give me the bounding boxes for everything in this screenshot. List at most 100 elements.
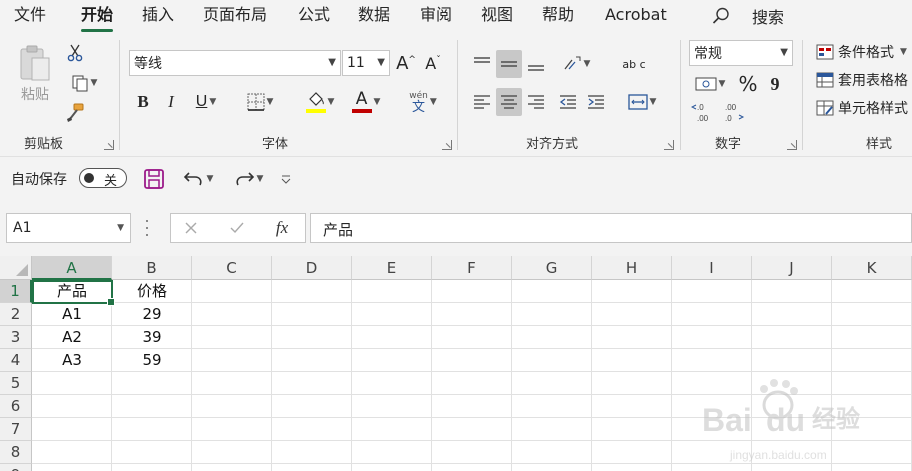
row-header-9[interactable]: 9	[0, 464, 32, 471]
number-launcher-icon[interactable]	[787, 140, 797, 150]
column-header-b[interactable]: B	[112, 256, 192, 280]
increase-decimal-button[interactable]: .0.00	[689, 100, 717, 124]
cell-b2[interactable]: 29	[112, 303, 192, 326]
font-color-button[interactable]: A ▼	[346, 88, 386, 116]
select-all-button[interactable]	[0, 256, 32, 280]
percent-button[interactable]: %	[737, 72, 759, 96]
formula-input[interactable]: 产品	[310, 213, 912, 243]
cut-button[interactable]	[64, 42, 86, 64]
underline-button[interactable]: U ▼	[188, 90, 224, 114]
decrease-decimal-button[interactable]: .00.0	[719, 100, 747, 124]
comma-style-button[interactable]: 9	[765, 72, 785, 96]
phonetic-char: 文	[412, 100, 426, 115]
row-header-2[interactable]: 2	[0, 303, 32, 326]
align-middle-button[interactable]	[496, 50, 522, 78]
conditional-format-button[interactable]: 条件格式 ▼	[816, 42, 907, 62]
borders-button[interactable]: ▼	[240, 90, 280, 114]
cell-b1[interactable]: 价格	[112, 280, 192, 303]
decrease-indent-button[interactable]	[556, 88, 580, 116]
increase-font-button[interactable]: A^	[394, 50, 418, 76]
column-header-d[interactable]: D	[272, 256, 352, 280]
phonetic-icon: wén 文	[409, 91, 428, 115]
cell-styles-icon	[816, 100, 834, 116]
column-header-h[interactable]: H	[592, 256, 672, 280]
font-color-swatch	[351, 109, 372, 113]
autosave-toggle[interactable]: 关	[79, 168, 127, 189]
tab-insert[interactable]: 插入	[142, 4, 174, 28]
name-box[interactable]: A1 ▼	[6, 213, 131, 243]
column-header-g[interactable]: G	[512, 256, 592, 280]
align-top-button[interactable]	[470, 50, 494, 78]
row-header-7[interactable]: 7	[0, 418, 32, 441]
splitter-dots-icon[interactable]	[146, 220, 150, 236]
font-color-icon: A	[351, 91, 372, 113]
tab-formulas[interactable]: 公式	[298, 4, 330, 28]
row-header-4[interactable]: 4	[0, 349, 32, 372]
svg-text:.00: .00	[697, 114, 709, 123]
clipboard-launcher-icon[interactable]	[104, 140, 114, 150]
format-painter-button[interactable]	[64, 102, 86, 124]
cell-a4[interactable]: A3	[32, 349, 112, 372]
cancel-entry-button[interactable]	[179, 217, 203, 239]
align-right-button[interactable]	[524, 88, 548, 116]
insert-function-button[interactable]: fx	[269, 217, 295, 239]
conditional-format-icon	[816, 44, 834, 60]
number-format-select[interactable]: 常规 ▼	[689, 40, 793, 66]
tab-view[interactable]: 视图	[481, 4, 513, 28]
alignment-launcher-icon[interactable]	[664, 140, 674, 150]
row-header-5[interactable]: 5	[0, 372, 32, 395]
redo-button[interactable]: ▼	[228, 167, 268, 191]
bold-button[interactable]: B	[132, 90, 154, 114]
tab-data[interactable]: 数据	[358, 4, 390, 28]
font-size-select[interactable]: 11 ▼	[342, 50, 390, 76]
column-header-c[interactable]: C	[192, 256, 272, 280]
wrap-text-button[interactable]: ab c	[620, 50, 648, 78]
tab-acrobat[interactable]: Acrobat	[605, 4, 667, 28]
fill-color-button[interactable]: ▼	[300, 88, 340, 116]
cell-styles-button[interactable]: 单元格样式	[816, 98, 908, 118]
row-header-6[interactable]: 6	[0, 395, 32, 418]
excel-window: 文件 开始 插入 页面布局 公式 数据 审阅 视图 帮助 Acrobat 搜索	[0, 0, 912, 471]
currency-button[interactable]: ▼	[689, 72, 731, 96]
column-header-a[interactable]: A	[32, 256, 112, 280]
search-box[interactable]: 搜索	[712, 4, 784, 28]
format-as-table-button[interactable]: 套用表格格	[816, 70, 908, 90]
increase-indent-button[interactable]	[584, 88, 608, 116]
confirm-entry-button[interactable]	[225, 217, 249, 239]
cell-b4[interactable]: 59	[112, 349, 192, 372]
merge-center-button[interactable]: ▼	[620, 88, 664, 116]
chevron-down-icon: ▼	[780, 47, 788, 58]
autosave-state: 关	[104, 174, 118, 189]
align-bottom-button[interactable]	[524, 50, 548, 78]
row-header-1[interactable]: 1	[0, 280, 32, 303]
tab-file[interactable]: 文件	[14, 4, 46, 28]
align-center-button[interactable]	[496, 88, 522, 116]
column-header-k[interactable]: K	[832, 256, 912, 280]
font-name-select[interactable]: 等线 ▼	[129, 50, 341, 76]
cell-a3[interactable]: A2	[32, 326, 112, 349]
cell-a2[interactable]: A1	[32, 303, 112, 326]
row-header-3[interactable]: 3	[0, 326, 32, 349]
tab-help[interactable]: 帮助	[542, 4, 574, 28]
phonetic-button[interactable]: wén 文 ▼	[402, 88, 444, 116]
copy-button[interactable]: ▼	[64, 72, 104, 94]
customize-qat-button[interactable]	[278, 167, 294, 191]
decrease-font-button[interactable]: Aˇ	[421, 50, 445, 76]
tab-review[interactable]: 审阅	[420, 4, 452, 28]
column-header-i[interactable]: I	[672, 256, 752, 280]
column-header-e[interactable]: E	[352, 256, 432, 280]
row-header-8[interactable]: 8	[0, 441, 32, 464]
gridline	[751, 280, 752, 471]
align-left-button[interactable]	[470, 88, 494, 116]
save-button[interactable]	[142, 167, 166, 191]
undo-button[interactable]: ▼	[178, 167, 218, 191]
tab-home[interactable]: 开始	[81, 4, 114, 32]
orientation-button[interactable]: ▼	[556, 50, 596, 78]
tab-page-layout[interactable]: 页面布局	[203, 4, 267, 28]
cell-b3[interactable]: 39	[112, 326, 192, 349]
column-header-j[interactable]: J	[752, 256, 832, 280]
paste-button[interactable]: 粘贴	[12, 42, 58, 106]
font-launcher-icon[interactable]	[442, 140, 452, 150]
italic-button[interactable]: I	[160, 90, 182, 114]
column-header-f[interactable]: F	[432, 256, 512, 280]
